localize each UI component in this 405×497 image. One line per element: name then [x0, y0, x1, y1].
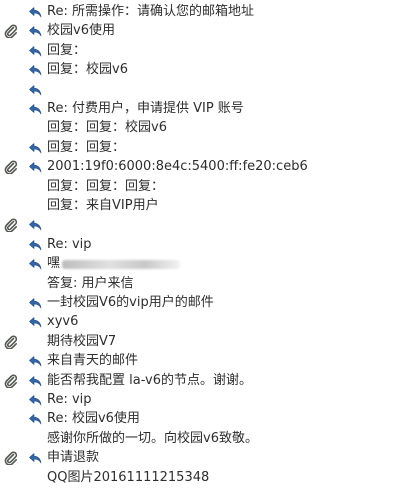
- paperclip-icon: [4, 24, 18, 40]
- message-subject: 感谢你所做的一切。向校园v6致敬。: [47, 430, 258, 446]
- message-subject: 回复：: [47, 42, 87, 58]
- message-row[interactable]: 回复：来自VIP用户: [0, 196, 405, 216]
- message-row[interactable]: 能否帮我配置 la-v6的节点。谢谢。: [0, 371, 405, 391]
- message-row[interactable]: 答复: 用户来信: [0, 274, 405, 294]
- reply-arrow-icon: [28, 451, 42, 465]
- message-row[interactable]: Re: 所需操作：请确认您的邮箱地址: [0, 2, 405, 22]
- message-row[interactable]: 一封校园V6的vip用户的邮件: [0, 293, 405, 313]
- message-row[interactable]: 嘿: [0, 254, 405, 274]
- reply-arrow-icon: [28, 44, 42, 58]
- message-subject: 回复：回复：校园v6: [47, 120, 167, 136]
- redacted-text: [62, 260, 180, 270]
- message-row[interactable]: Re: 校园v6使用: [0, 409, 405, 429]
- message-subject: 来自青天的邮件: [47, 353, 139, 369]
- message-subject: 回复：回复：回复：: [47, 178, 165, 194]
- reply-arrow-icon: [28, 5, 42, 19]
- message-subject: Re: 校园v6使用: [47, 411, 140, 427]
- message-subject: Re: vip: [47, 392, 92, 407]
- message-subject: Re: vip: [47, 236, 92, 252]
- message-subject: 嘿: [47, 256, 61, 272]
- reply-arrow-icon: [28, 296, 42, 310]
- message-subject: Re: 付费用户，申请提供 VIP 账号: [47, 101, 244, 116]
- message-row[interactable]: 回复：: [0, 41, 405, 61]
- message-row[interactable]: 校园v6使用: [0, 21, 405, 41]
- message-subject: Re: 所需操作：请确认您的邮箱地址: [47, 4, 254, 19]
- message-subject: xyv6: [47, 314, 79, 330]
- message-subject: 能否帮我配置 la-v6的节点。谢谢。: [47, 372, 253, 388]
- message-row[interactable]: 期待校园V7: [0, 332, 405, 352]
- paperclip-icon: [4, 218, 18, 234]
- message-subject: 回复：来自VIP用户: [47, 198, 159, 213]
- message-row[interactable]: QQ图片20161111215348: [0, 468, 405, 488]
- message-row[interactable]: Re: 付费用户，申请提供 VIP 账号: [0, 99, 405, 119]
- message-row[interactable]: 申请退款: [0, 448, 405, 468]
- message-row[interactable]: 回复：回复：校园v6: [0, 118, 405, 138]
- message-row[interactable]: Re: vip: [0, 390, 405, 410]
- message-subject: 期待校园V7: [47, 333, 117, 349]
- message-row[interactable]: 2001:19f0:6000:8e4c:5400:ff:fe20:ceb6: [0, 157, 405, 177]
- message-row[interactable]: 回复：回复：: [0, 138, 405, 158]
- paperclip-icon: [4, 335, 18, 350]
- message-subject: 申请退款: [47, 450, 100, 466]
- reply-arrow-icon: [28, 160, 42, 174]
- paperclip-icon: [4, 374, 18, 389]
- message-row[interactable]: [0, 80, 405, 100]
- reply-arrow-icon: [28, 24, 42, 38]
- message-row[interactable]: 回复：校园v6: [0, 60, 405, 80]
- reply-arrow-icon: [28, 102, 42, 116]
- message-subject: 一封校园V6的vip用户的邮件: [47, 295, 214, 310]
- reply-arrow-icon: [28, 354, 42, 368]
- message-subject: 2001:19f0:6000:8e4c:5400:ff:fe20:ceb6: [47, 159, 308, 175]
- message-subject: 答复: 用户来信: [47, 275, 134, 291]
- message-list: Re: 所需操作：请确认您的邮箱地址 校园v6使用 回复： 回复：校园v6 Re: 付费…: [0, 0, 405, 497]
- message-row[interactable]: Re: vip: [0, 235, 405, 255]
- message-row[interactable]: 来自青天的邮件: [0, 351, 405, 371]
- reply-arrow-icon: [28, 412, 42, 426]
- message-subject: 回复：回复：: [47, 139, 126, 155]
- reply-arrow-icon: [28, 83, 42, 97]
- message-subject: 回复：校园v6: [47, 62, 128, 78]
- reply-arrow-icon: [28, 315, 42, 329]
- reply-arrow-icon: [28, 63, 42, 77]
- message-row[interactable]: 回复：回复：回复：: [0, 177, 405, 197]
- reply-arrow-icon: [28, 374, 42, 388]
- reply-arrow-icon: [28, 218, 42, 232]
- reply-arrow-icon: [28, 393, 42, 407]
- message-row[interactable]: xyv6: [0, 312, 405, 332]
- paperclip-icon: [4, 451, 18, 466]
- paperclip-icon: [4, 160, 18, 175]
- reply-arrow-icon: [28, 238, 42, 252]
- message-row[interactable]: 感谢你所做的一切。向校园v6致敬。: [0, 429, 405, 449]
- reply-arrow-icon: [28, 257, 42, 271]
- message-subject: QQ图片20161111215348: [47, 469, 210, 485]
- message-subject: 校园v6使用: [47, 23, 115, 39]
- reply-arrow-icon: [28, 141, 42, 155]
- message-row[interactable]: [0, 215, 405, 235]
